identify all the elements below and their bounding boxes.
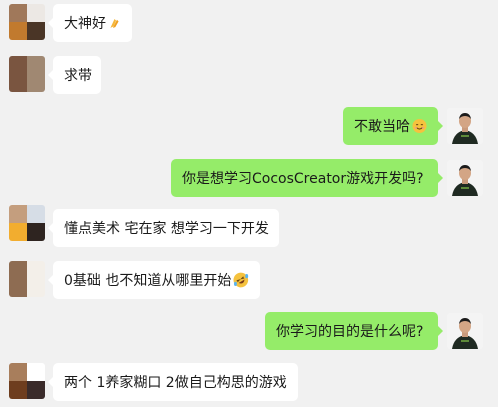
message-bubble[interactable]: 你是想学习CocosCreator游戏开发吗?: [171, 159, 443, 197]
avatar[interactable]: [447, 160, 483, 196]
message-bubble[interactable]: 你学习的目的是什么呢?: [265, 312, 443, 350]
avatar[interactable]: [9, 56, 45, 92]
avatar[interactable]: [447, 108, 483, 144]
pray-hands-icon: [110, 18, 119, 28]
message-text: 不敢当哈: [354, 119, 410, 135]
message-text: 两个 1养家糊口 2做自己构思的游戏: [64, 375, 287, 391]
message-bubble[interactable]: 两个 1养家糊口 2做自己构思的游戏: [48, 363, 298, 401]
message-text: 你学习的目的是什么呢?: [276, 324, 424, 340]
avatar[interactable]: [447, 313, 483, 349]
message-bubble[interactable]: 大神好: [48, 4, 132, 42]
rofl-face-icon: [233, 272, 249, 288]
avatar[interactable]: [9, 363, 45, 399]
message-text: 懂点美术 宅在家 想学习一下开发: [64, 221, 269, 237]
message-text: 你是想学习CocosCreator游戏开发吗?: [182, 171, 424, 187]
message-bubble[interactable]: 0基础 也不知道从哪里开始: [48, 261, 260, 299]
person-photo-icon: [447, 313, 483, 349]
person-photo-icon: [447, 108, 483, 144]
message-text: 求带: [64, 68, 92, 84]
message-text: 大神好: [64, 16, 106, 32]
person-photo-icon: [447, 160, 483, 196]
avatar[interactable]: [9, 205, 45, 241]
message-bubble[interactable]: 求带: [48, 56, 101, 94]
message-bubble[interactable]: 不敢当哈: [343, 107, 443, 145]
smiling-face-icon: [412, 118, 427, 134]
avatar[interactable]: [9, 261, 45, 297]
message-bubble[interactable]: 懂点美术 宅在家 想学习一下开发: [48, 209, 279, 247]
avatar[interactable]: [9, 4, 45, 40]
message-text: 0基础 也不知道从哪里开始: [64, 273, 232, 289]
